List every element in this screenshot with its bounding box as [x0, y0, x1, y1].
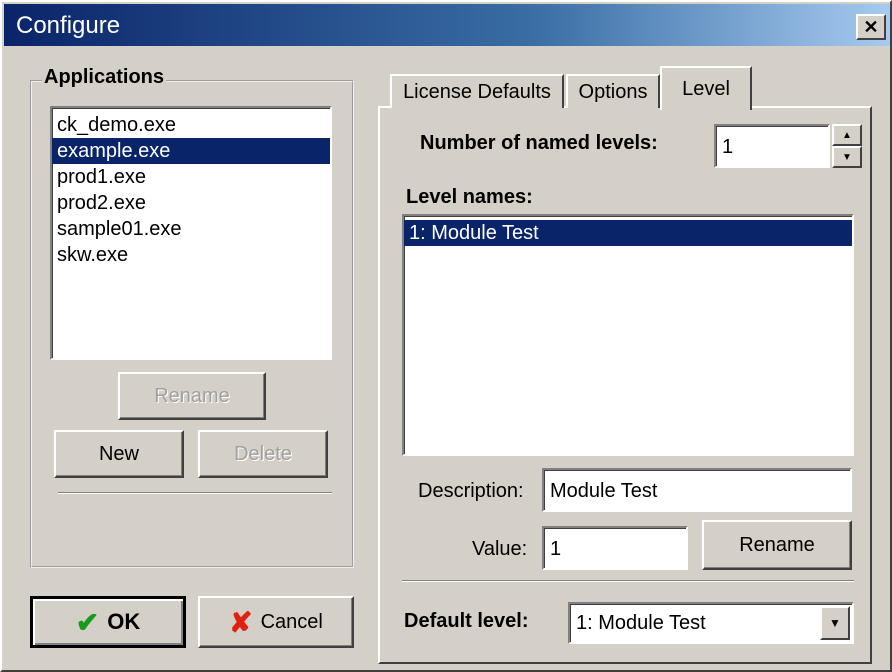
- tab-level[interactable]: Level: [660, 66, 752, 110]
- rename-application-button[interactable]: Rename: [118, 372, 266, 420]
- value-value: 1: [550, 538, 562, 560]
- ok-button[interactable]: ✔ OK: [30, 596, 186, 648]
- level-names-list[interactable]: 1: Module Test: [402, 214, 854, 456]
- configure-dialog: Configure ✕ Applications ck_demo.exe exa…: [0, 0, 892, 672]
- named-levels-value: 1: [722, 136, 734, 158]
- tab-options-label: Options: [578, 80, 648, 103]
- new-application-label: New: [98, 442, 139, 465]
- cancel-label: Cancel: [260, 610, 323, 633]
- ok-label: OK: [107, 609, 141, 634]
- default-level-value: 1: Module Test: [576, 612, 706, 634]
- description-input[interactable]: Module Test: [542, 468, 852, 512]
- list-item[interactable]: prod1.exe: [52, 164, 330, 190]
- level-names-label: Level names:: [406, 186, 533, 208]
- divider: [402, 580, 854, 582]
- tab-options[interactable]: Options: [566, 74, 660, 108]
- title-bar[interactable]: Configure ✕: [4, 4, 890, 46]
- list-item[interactable]: 1: Module Test: [404, 220, 852, 246]
- spin-down-button[interactable]: ▼: [832, 146, 862, 168]
- tab-license-defaults-label: License Defaults: [403, 80, 551, 103]
- chevron-down-icon: ▼: [829, 616, 841, 630]
- named-levels-label: Number of named levels:: [420, 132, 658, 154]
- list-item[interactable]: ck_demo.exe: [52, 112, 330, 138]
- x-icon: ✘: [229, 606, 253, 638]
- value-label: Value:: [472, 538, 528, 560]
- checkmark-icon: ✔: [75, 606, 100, 638]
- description-value: Module Test: [550, 480, 658, 502]
- list-item[interactable]: example.exe: [52, 138, 330, 164]
- applications-list[interactable]: ck_demo.exe example.exe prod1.exe prod2.…: [50, 106, 332, 360]
- list-item[interactable]: skw.exe: [52, 242, 330, 268]
- list-item[interactable]: prod2.exe: [52, 190, 330, 216]
- close-icon: ✕: [863, 16, 879, 37]
- list-item[interactable]: sample01.exe: [52, 216, 330, 242]
- default-level-dropdown-button[interactable]: ▼: [820, 606, 850, 640]
- spin-up-button[interactable]: ▲: [832, 124, 862, 146]
- tab-level-label: Level: [682, 77, 730, 100]
- rename-level-label: Rename: [739, 533, 815, 556]
- delete-application-label: Delete: [234, 442, 292, 465]
- close-button[interactable]: ✕: [856, 14, 886, 40]
- description-label: Description:: [418, 480, 524, 502]
- rename-level-button[interactable]: Rename: [702, 520, 852, 570]
- divider: [58, 492, 332, 494]
- named-levels-input[interactable]: 1: [714, 124, 830, 168]
- tab-license-defaults[interactable]: License Defaults: [390, 74, 564, 108]
- rename-application-label: Rename: [154, 384, 230, 407]
- new-application-button[interactable]: New: [54, 430, 184, 478]
- spin-up-icon: ▲: [842, 129, 852, 141]
- window-title: Configure: [16, 12, 121, 39]
- value-input[interactable]: 1: [542, 526, 688, 570]
- spin-down-icon: ▼: [842, 151, 852, 163]
- applications-legend: Applications: [42, 66, 167, 89]
- default-level-label: Default level:: [404, 610, 529, 632]
- delete-application-button[interactable]: Delete: [198, 430, 328, 478]
- default-level-select[interactable]: 1: Module Test: [568, 602, 854, 644]
- cancel-button[interactable]: ✘ Cancel: [198, 596, 354, 648]
